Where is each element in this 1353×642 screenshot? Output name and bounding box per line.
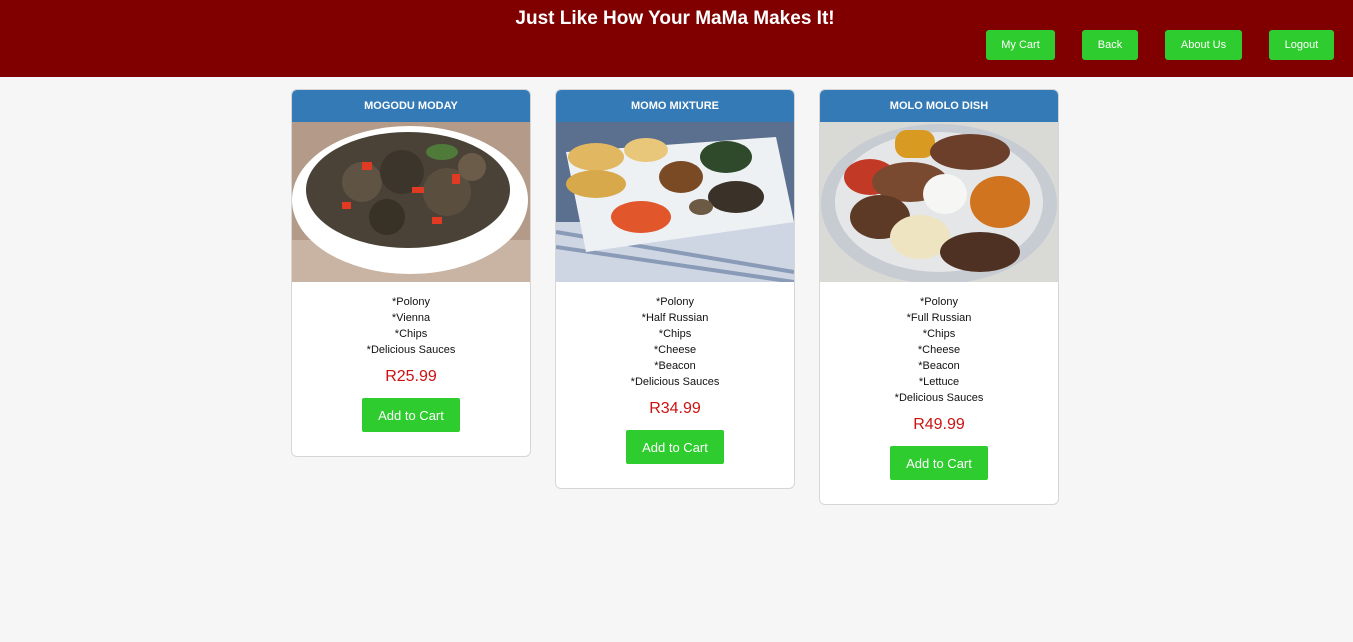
- top-header: Just Like How Your MaMa Makes It! My Car…: [0, 0, 1353, 77]
- back-button[interactable]: Back: [1082, 30, 1138, 60]
- my-cart-button[interactable]: My Cart: [986, 30, 1055, 60]
- ingredient-item: *Delicious Sauces: [366, 344, 456, 356]
- product-title: MOMO MIXTURE: [556, 90, 794, 122]
- ingredient-item: *Beacon: [918, 360, 960, 372]
- add-to-cart-button[interactable]: Add to Cart: [890, 446, 988, 480]
- product-title: MOLO MOLO DISH: [820, 90, 1058, 122]
- molo-molo-grill-plate-image: [820, 122, 1058, 282]
- ingredient-item: *Chips: [922, 328, 956, 340]
- ingredient-item: *Lettuce: [918, 376, 960, 388]
- ingredient-item: *Half Russian: [641, 312, 709, 324]
- product-price: R49.99: [913, 416, 965, 433]
- ingredient-item: *Full Russian: [906, 312, 972, 324]
- ingredient-list: *Polony *Half Russian *Chips *Cheese *Be…: [556, 294, 794, 390]
- product-card-momo-mixture: MOMO MIXTURE *Polony *Half Russian *Chip…: [555, 89, 795, 489]
- ingredient-item: *Polony: [392, 296, 430, 308]
- ingredient-item: *Cheese: [653, 344, 697, 356]
- ingredient-item: *Chips: [394, 328, 428, 340]
- ingredient-item: *Delicious Sauces: [630, 376, 720, 388]
- product-card-molo-molo-dish: MOLO MOLO DISH *Polony *Full Russian *Ch…: [819, 89, 1059, 505]
- product-title: MOGODU MODAY: [292, 90, 530, 122]
- ingredient-list: *Polony *Vienna *Chips *Delicious Sauces: [292, 294, 530, 358]
- product-price: R25.99: [385, 368, 437, 385]
- ingredient-item: *Delicious Sauces: [894, 392, 984, 404]
- logout-button[interactable]: Logout: [1269, 30, 1334, 60]
- product-price: R34.99: [649, 400, 701, 417]
- page-title: Just Like How Your MaMa Makes It!: [515, 8, 835, 29]
- ingredient-item: *Chips: [658, 328, 692, 340]
- add-to-cart-button[interactable]: Add to Cart: [626, 430, 724, 464]
- mogodu-dish-image: [292, 122, 530, 282]
- ingredient-list: *Polony *Full Russian *Chips *Cheese *Be…: [820, 294, 1058, 406]
- ingredient-item: *Cheese: [917, 344, 961, 356]
- ingredient-item: *Vienna: [391, 312, 431, 324]
- ingredient-item: *Beacon: [654, 360, 696, 372]
- ingredient-item: *Polony: [920, 296, 958, 308]
- add-to-cart-button[interactable]: Add to Cart: [362, 398, 460, 432]
- ingredient-item: *Polony: [656, 296, 694, 308]
- about-us-button[interactable]: About Us: [1165, 30, 1242, 60]
- momo-mixture-platter-image: [556, 122, 794, 282]
- product-card-mogodu-moday: MOGODU MODAY *Polony *Vienna *Chips *Del…: [291, 89, 531, 457]
